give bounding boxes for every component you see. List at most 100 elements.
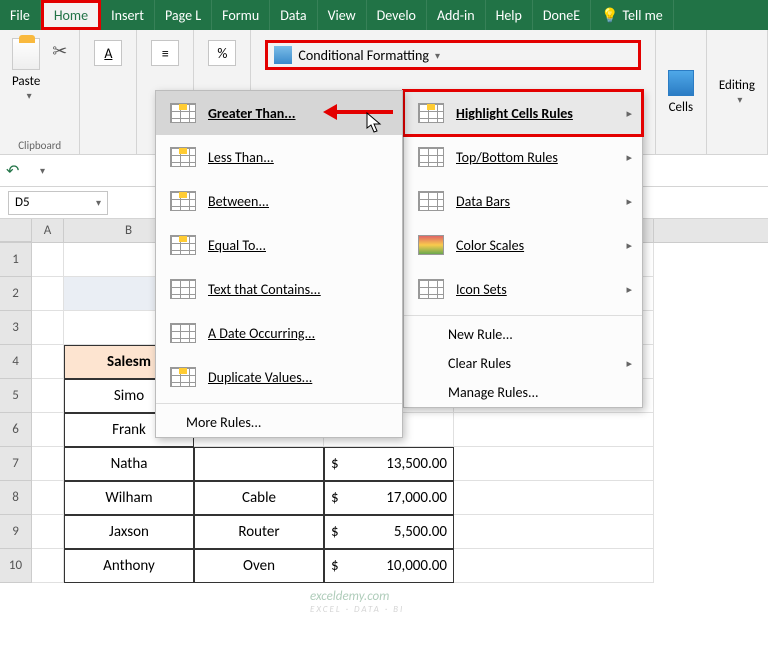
menu-item-equal-to[interactable]: Equal To...	[156, 223, 402, 267]
menu-label: A Date Occurring...	[208, 325, 315, 342]
cell[interactable]	[32, 481, 64, 515]
cell[interactable]	[454, 481, 654, 515]
table-cell[interactable]: Natha	[64, 447, 194, 481]
row-header[interactable]: 1	[0, 243, 32, 277]
tab-formulas[interactable]: Formu	[212, 0, 270, 30]
watermark-text: exceldemy.com	[310, 589, 389, 604]
cells-icon[interactable]	[668, 70, 694, 96]
row-header[interactable]: 7	[0, 447, 32, 481]
chevron-down-icon: ▾	[27, 89, 32, 102]
less-than-icon	[168, 145, 198, 169]
cells-label: Cells	[669, 100, 693, 115]
cell[interactable]	[32, 345, 64, 379]
table-cell[interactable]: Jaxson	[64, 515, 194, 549]
table-cell[interactable]	[194, 447, 324, 481]
menu-item-text-contains[interactable]: Text that Contains...	[156, 267, 402, 311]
row-header[interactable]: 9	[0, 515, 32, 549]
menu-item-more-rules[interactable]: More Rules...	[156, 408, 402, 437]
tab-file[interactable]: File	[0, 0, 41, 30]
menu-item-between[interactable]: Between...	[156, 179, 402, 223]
undo-icon[interactable]: ↶	[6, 161, 26, 181]
align-button[interactable]: ≡	[151, 40, 179, 66]
cell[interactable]	[454, 413, 654, 447]
group-editing: Editing ▾	[707, 30, 768, 154]
row-header[interactable]: 3	[0, 311, 32, 345]
cell[interactable]	[454, 447, 654, 481]
lightbulb-icon: 💡	[601, 7, 618, 24]
watermark: exceldemy.com EXCEL · DATA · BI	[310, 589, 404, 615]
conditional-formatting-menu: Highlight Cells Rules ▸ Top/Bottom Rules…	[403, 90, 643, 408]
row-header[interactable]: 2	[0, 277, 32, 311]
menu-separator	[404, 315, 642, 316]
tab-insert[interactable]: Insert	[101, 0, 155, 30]
tab-donee[interactable]: DoneE	[533, 0, 591, 30]
table-cell[interactable]: $13,500.00	[324, 447, 454, 481]
table-cell[interactable]: Wilham	[64, 481, 194, 515]
editing-label: Editing	[719, 78, 755, 93]
submenu-arrow-icon: ▸	[626, 239, 632, 252]
tab-help[interactable]: Help	[486, 0, 533, 30]
table-cell[interactable]: $5,500.00	[324, 515, 454, 549]
menu-item-duplicate-values[interactable]: Duplicate Values...	[156, 355, 402, 399]
tab-home[interactable]: Home	[41, 0, 101, 30]
cell[interactable]	[32, 243, 64, 277]
chevron-down-icon[interactable]: ▾	[40, 164, 45, 177]
cell[interactable]	[454, 515, 654, 549]
table-cell[interactable]: Anthony	[64, 549, 194, 583]
menu-item-icon-sets[interactable]: Icon Sets ▸	[404, 267, 642, 311]
submenu-arrow-icon: ▸	[626, 357, 632, 370]
tab-addins[interactable]: Add-in	[427, 0, 486, 30]
table-cell[interactable]: Router	[194, 515, 324, 549]
highlight-cells-icon	[416, 101, 446, 125]
cell[interactable]	[32, 311, 64, 345]
row-header[interactable]: 4	[0, 345, 32, 379]
amount: 17,000.00	[386, 489, 447, 507]
cell[interactable]	[32, 413, 64, 447]
chevron-down-icon: ▾	[435, 49, 440, 62]
font-a-icon: A	[104, 45, 112, 62]
cell[interactable]	[32, 277, 64, 311]
menu-label: Top/Bottom Rules	[456, 149, 558, 166]
percent-button[interactable]: %	[208, 40, 236, 66]
tab-view[interactable]: View	[318, 0, 367, 30]
tab-data[interactable]: Data	[270, 0, 317, 30]
conditional-formatting-button[interactable]: Conditional Formatting ▾	[265, 40, 640, 70]
currency: $	[331, 523, 339, 541]
menu-item-clear-rules[interactable]: Clear Rules▸	[404, 349, 642, 378]
mouse-cursor-icon	[366, 112, 384, 139]
row-header[interactable]: 5	[0, 379, 32, 413]
cell[interactable]	[32, 379, 64, 413]
menu-item-highlight-cells-rules[interactable]: Highlight Cells Rules ▸	[404, 91, 642, 135]
tab-page-layout[interactable]: Page L	[155, 0, 212, 30]
row-header[interactable]: 6	[0, 413, 32, 447]
row-header[interactable]: 8	[0, 481, 32, 515]
select-all-corner[interactable]	[0, 219, 32, 242]
tab-developer[interactable]: Develo	[367, 0, 427, 30]
tab-tell-me[interactable]: 💡 Tell me	[591, 0, 674, 30]
cell[interactable]	[32, 549, 64, 583]
menu-item-date-occurring[interactable]: A Date Occurring...	[156, 311, 402, 355]
name-box[interactable]: D5 ▾	[8, 191, 108, 215]
table-cell[interactable]: Oven	[194, 549, 324, 583]
table-cell[interactable]: Cable	[194, 481, 324, 515]
menu-item-top-bottom-rules[interactable]: Top/Bottom Rules ▸	[404, 135, 642, 179]
row-header[interactable]: 10	[0, 549, 32, 583]
table-cell[interactable]: $17,000.00	[324, 481, 454, 515]
menu-item-manage-rules[interactable]: Manage Rules...	[404, 378, 642, 407]
menu-item-new-rule[interactable]: New Rule...	[404, 320, 642, 349]
cell[interactable]	[32, 447, 64, 481]
name-box-value: D5	[15, 195, 30, 210]
between-icon	[168, 189, 198, 213]
table-cell[interactable]: $10,000.00	[324, 549, 454, 583]
paste-button[interactable]: Paste ▾	[8, 34, 44, 106]
paste-label: Paste	[12, 74, 40, 89]
menu-item-less-than[interactable]: Less Than...	[156, 135, 402, 179]
menu-item-color-scales[interactable]: Color Scales ▸	[404, 223, 642, 267]
menu-item-data-bars[interactable]: Data Bars ▸	[404, 179, 642, 223]
cell[interactable]	[32, 515, 64, 549]
submenu-arrow-icon: ▸	[626, 283, 632, 296]
font-button[interactable]: A	[94, 40, 122, 66]
cut-icon[interactable]: ✂	[52, 40, 67, 106]
cell[interactable]	[454, 549, 654, 583]
col-header-a[interactable]: A	[32, 219, 64, 242]
